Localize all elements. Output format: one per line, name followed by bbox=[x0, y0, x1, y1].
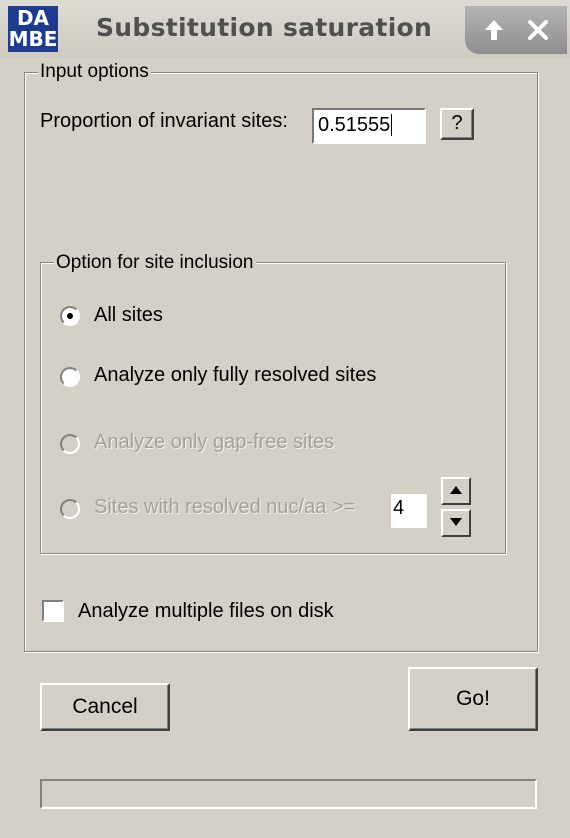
go-button[interactable]: Go! bbox=[408, 667, 538, 731]
radio-all-sites[interactable] bbox=[60, 306, 80, 326]
progress-bar bbox=[40, 779, 537, 809]
resolved-threshold-label[interactable]: Sites with resolved nuc/aa >= bbox=[94, 496, 355, 519]
help-button[interactable]: ? bbox=[440, 108, 474, 140]
triangle-down-icon bbox=[450, 518, 462, 526]
threshold-up-button[interactable] bbox=[441, 477, 471, 505]
invariant-sites-value: 0.51555 bbox=[318, 114, 391, 136]
threshold-value: 4 bbox=[393, 497, 405, 519]
all-sites-label[interactable]: All sites bbox=[94, 304, 163, 327]
gap-free-label[interactable]: Analyze only gap-free sites bbox=[94, 431, 334, 454]
arrow-up-icon bbox=[485, 20, 503, 40]
invariant-sites-label: Proportion of invariant sites: bbox=[40, 110, 288, 132]
radio-selected-dot bbox=[67, 313, 73, 319]
cancel-button[interactable]: Cancel bbox=[40, 683, 170, 731]
input-options-legend: Input options bbox=[38, 61, 151, 83]
threshold-down-button[interactable] bbox=[441, 509, 471, 537]
close-button[interactable] bbox=[521, 14, 555, 46]
roll-up-button[interactable] bbox=[477, 14, 511, 46]
invariant-sites-input[interactable]: 0.51555 bbox=[312, 108, 426, 144]
logo-text-line1: DA bbox=[16, 6, 50, 30]
window-controls bbox=[465, 6, 567, 54]
multiple-files-label[interactable]: Analyze multiple files on disk bbox=[78, 600, 334, 623]
dambe-logo-icon: DA MBE bbox=[8, 6, 58, 52]
window-title: Substitution saturation bbox=[96, 13, 433, 42]
threshold-input[interactable]: 4 bbox=[391, 494, 427, 528]
radio-fully-resolved[interactable] bbox=[60, 367, 80, 387]
fully-resolved-label[interactable]: Analyze only fully resolved sites bbox=[94, 364, 376, 387]
triangle-up-icon bbox=[450, 486, 462, 494]
radio-resolved-threshold[interactable] bbox=[60, 499, 80, 519]
radio-gap-free[interactable] bbox=[60, 434, 80, 454]
close-icon bbox=[528, 20, 548, 40]
title-bar[interactable]: DA MBE Substitution saturation bbox=[0, 0, 570, 58]
site-inclusion-legend: Option for site inclusion bbox=[54, 252, 256, 274]
logo-text-line2: MBE bbox=[8, 27, 58, 51]
multiple-files-checkbox[interactable] bbox=[42, 600, 64, 622]
